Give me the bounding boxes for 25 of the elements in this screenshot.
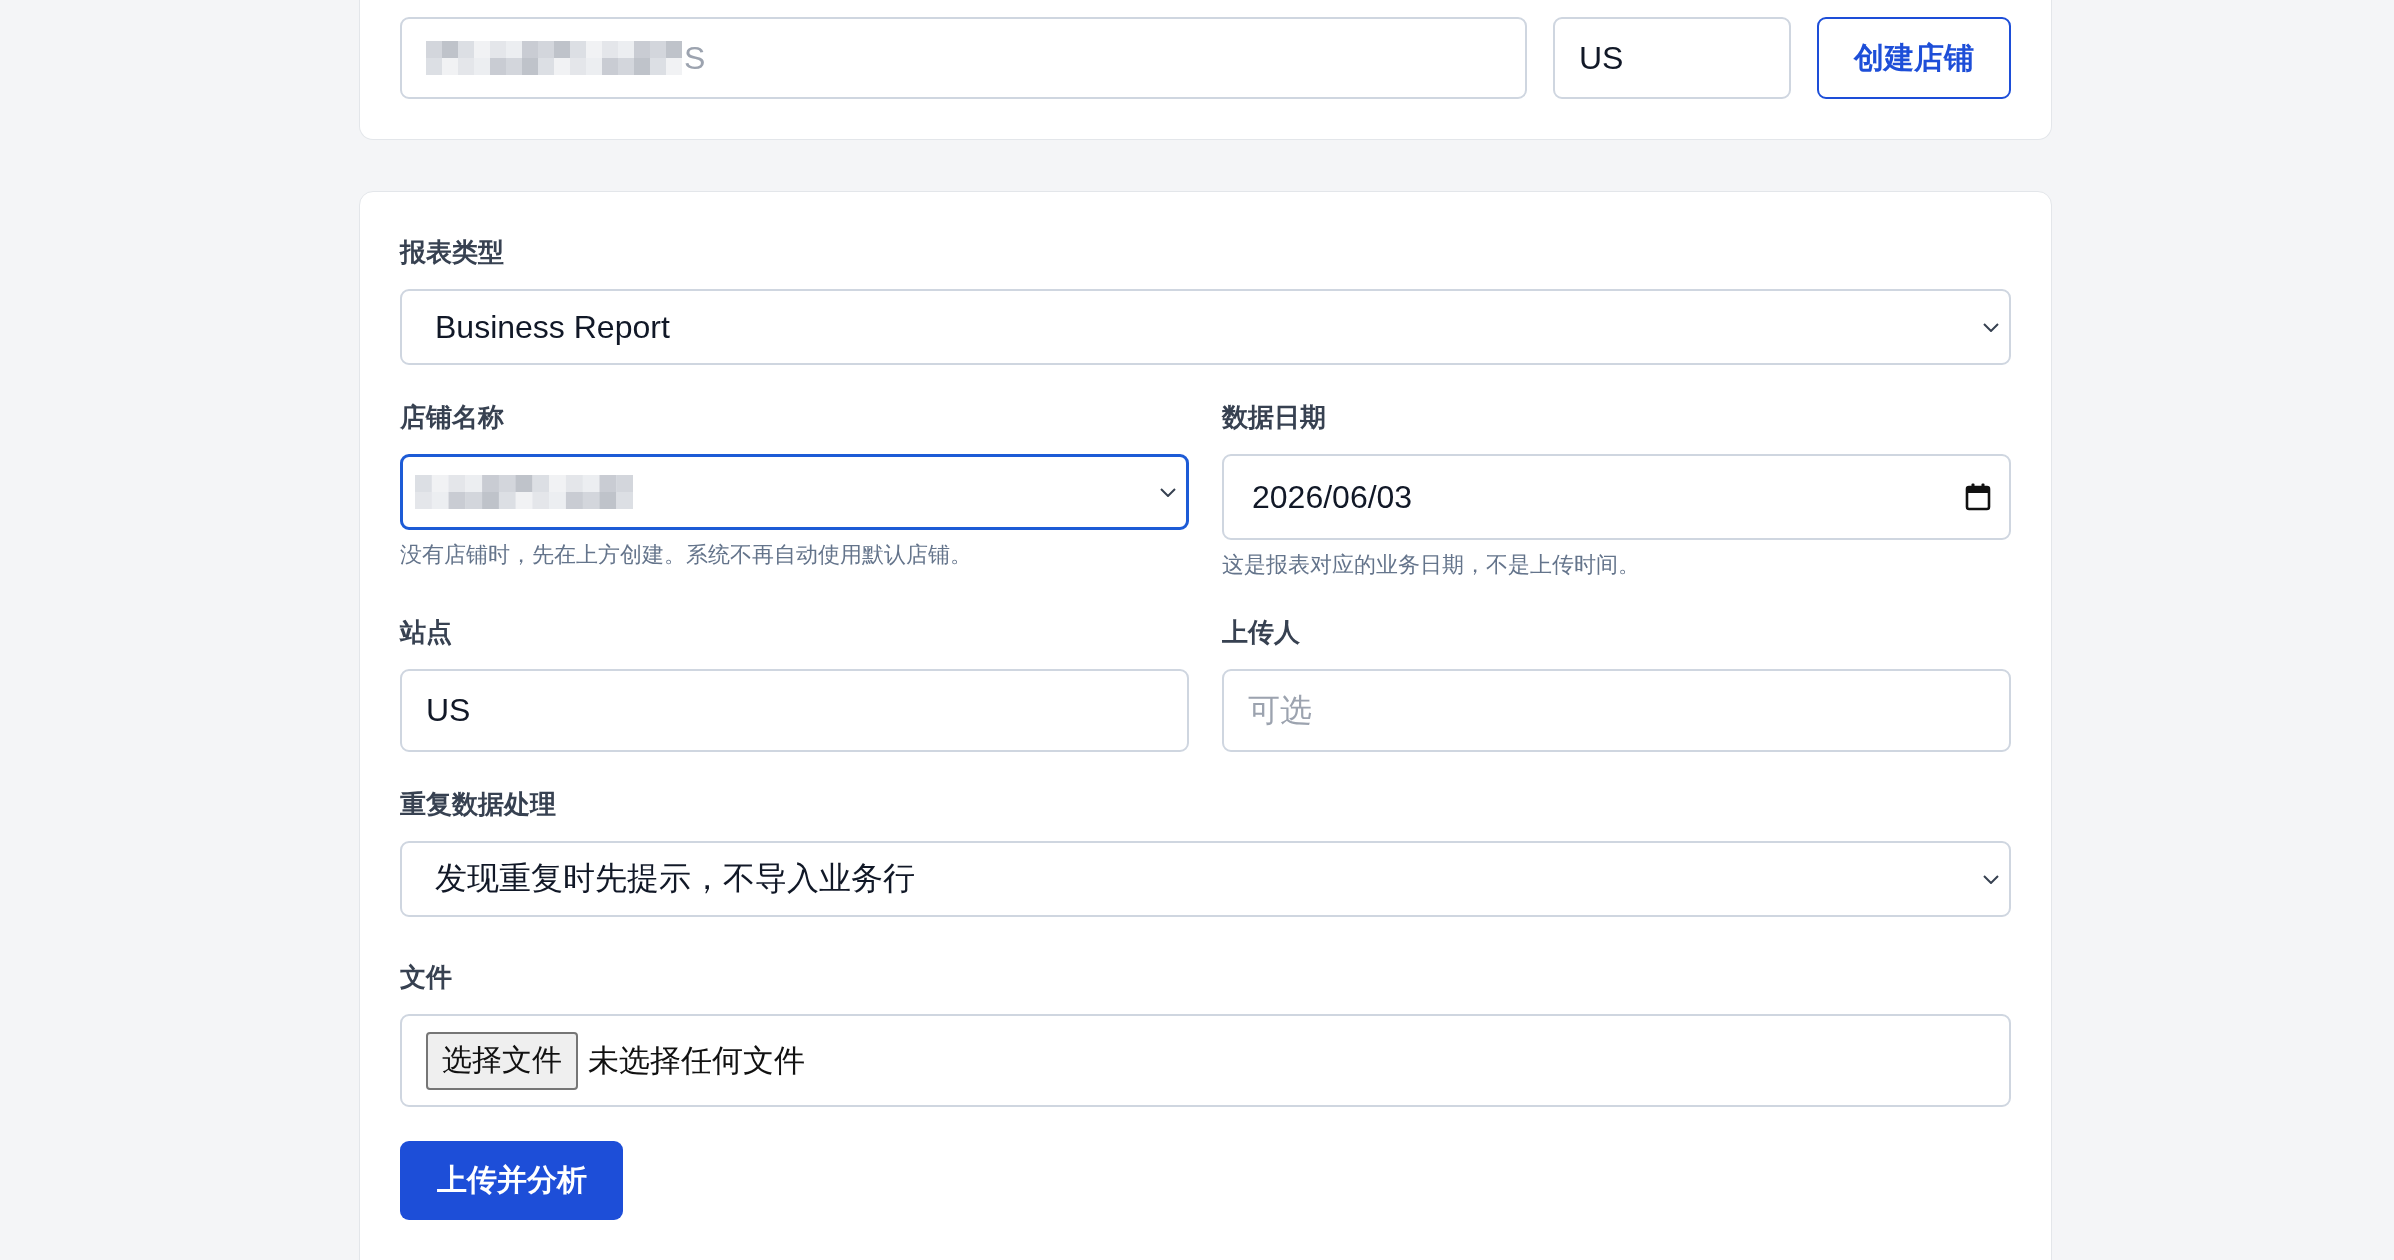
chevron-down-icon xyxy=(1160,487,1176,497)
text-input-field[interactable]: 可选 xyxy=(1222,669,2011,752)
text-input-field[interactable]: US xyxy=(400,669,1189,752)
help-text: 没有店铺时，先在上方创建。系统不再自动使用默认店铺。 xyxy=(400,541,973,569)
date-input-field[interactable]: 2026/06/03 xyxy=(1222,454,2011,540)
select-field[interactable] xyxy=(400,454,1189,530)
site-input-field[interactable]: US xyxy=(1553,17,1791,99)
field-label: 报表类型 xyxy=(400,236,505,269)
field-label: 文件 xyxy=(400,961,453,994)
field-label: 站点 xyxy=(400,616,453,649)
field-label: 店铺名称 xyxy=(400,401,505,434)
select-field[interactable]: 发现重复时先提示，不导入业务行 xyxy=(400,841,2011,917)
create-store-button[interactable]: 创建店铺 xyxy=(1817,17,2011,99)
chevron-down-icon xyxy=(1983,874,1999,884)
upload-analyze-button[interactable]: 上传并分析 xyxy=(400,1141,623,1220)
select-field[interactable]: Business Report xyxy=(400,289,2011,365)
help-text: 这是报表对应的业务日期，不是上传时间。 xyxy=(1222,551,1641,579)
field-label: 数据日期 xyxy=(1222,401,1327,434)
field-label: 上传人 xyxy=(1222,616,1301,649)
choose-file-button[interactable]: 选择文件 xyxy=(426,1031,578,1090)
file-input-field[interactable]: 选择文件 未选择任何文件 xyxy=(400,1014,2011,1107)
file-status-text: 未选择任何文件 xyxy=(588,1041,805,1080)
field-label: 重复数据处理 xyxy=(400,788,557,821)
calendar-icon xyxy=(1965,483,1991,511)
chevron-down-icon xyxy=(1983,322,1999,332)
